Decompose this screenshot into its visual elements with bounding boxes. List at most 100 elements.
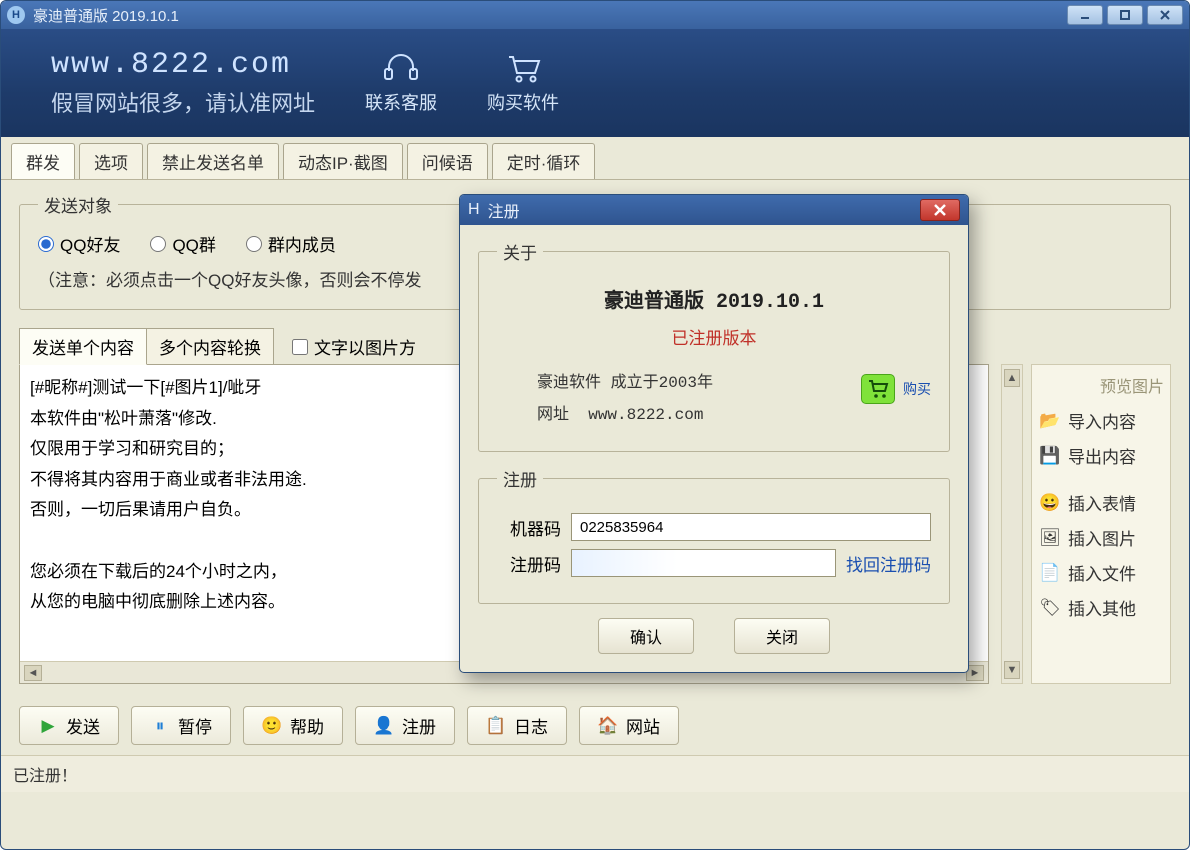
side-item-label: 导出内容 [1068, 443, 1136, 468]
machine-code-input[interactable] [571, 513, 931, 541]
tab-blocklist[interactable]: 禁止发送名单 [147, 143, 279, 179]
scroll-down-icon[interactable]: ▼ [1004, 661, 1020, 679]
tab-send[interactable]: 群发 [11, 143, 75, 179]
radio-qq-group[interactable]: QQ群 [150, 231, 215, 256]
tab-ip-screenshot[interactable]: 动态IP·截图 [283, 143, 403, 179]
button-label: 日志 [514, 713, 548, 738]
app-icon: H [7, 6, 25, 24]
subtab-rotate[interactable]: 多个内容轮换 [147, 328, 274, 365]
export-content[interactable]: 💾 导出内容 [1038, 438, 1164, 473]
pause-button[interactable]: ⏸暂停 [131, 706, 231, 745]
insert-file[interactable]: 📄 插入文件 [1038, 555, 1164, 590]
help-icon: 🙂 [262, 716, 282, 736]
help-button[interactable]: 🙂 帮助 [243, 706, 343, 745]
status-bar: 已注册！ [1, 755, 1189, 792]
preview-v-scrollbar[interactable]: ▲ ▼ [1001, 364, 1023, 684]
side-item-label: 插入图片 [1068, 525, 1136, 550]
scroll-left-icon[interactable]: ◄ [24, 665, 42, 681]
play-icon: ▶ [38, 716, 58, 736]
buy-link[interactable]: 购买 [861, 374, 931, 404]
checkbox-text-as-image-input[interactable] [292, 339, 308, 355]
about-product: 豪迪普通版 2019.10.1 [497, 284, 931, 314]
radio-group-member[interactable]: 群内成员 [246, 231, 336, 256]
send-button[interactable]: ▶ 发送 [19, 706, 119, 745]
log-button[interactable]: 📋 日志 [467, 706, 567, 745]
radio-qq-friend-input[interactable] [38, 236, 54, 252]
file-icon: 📄 [1040, 563, 1060, 583]
buy-label: 购买软件 [487, 89, 559, 115]
machine-code-label: 机器码 [497, 515, 561, 540]
register-legend: 注册 [497, 466, 543, 491]
about-legend: 关于 [497, 239, 543, 264]
tab-greeting[interactable]: 问候语 [407, 143, 488, 179]
dialog-close-button[interactable] [920, 199, 960, 221]
contact-support[interactable]: 联系客服 [365, 51, 437, 115]
insert-image[interactable]: 🖼 插入图片 [1038, 520, 1164, 555]
about-group: 关于 豪迪普通版 2019.10.1 已注册版本 豪迪软件 成立于2003年 网… [478, 239, 950, 452]
minimize-button[interactable] [1067, 5, 1103, 25]
button-label: 暂停 [178, 713, 212, 738]
side-title: 预览图片 [1038, 373, 1164, 397]
radio-label: QQ好友 [60, 231, 120, 256]
tab-options[interactable]: 选项 [79, 143, 143, 179]
dialog-body: 关于 豪迪普通版 2019.10.1 已注册版本 豪迪软件 成立于2003年 网… [460, 225, 968, 672]
titlebar: H 豪迪普通版 2019.10.1 [1, 1, 1189, 29]
contact-label: 联系客服 [365, 89, 437, 115]
cart-icon [861, 374, 895, 404]
window-controls [1067, 5, 1183, 25]
log-icon: 📋 [486, 716, 506, 736]
side-item-label: 插入表情 [1068, 490, 1136, 515]
banner-slogan: 假冒网站很多，请认准网址 [51, 86, 315, 118]
dialog-titlebar: H 注册 [460, 195, 968, 225]
about-site: www.8222.com [588, 406, 703, 424]
banner: www.8222.com 假冒网站很多，请认准网址 联系客服 购买软件 [1, 29, 1189, 137]
about-site-label: 网址 [537, 406, 569, 424]
cart-icon [503, 51, 543, 85]
button-label: 发送 [66, 713, 100, 738]
close-button[interactable] [1147, 5, 1183, 25]
buy-label: 购买 [903, 379, 931, 399]
side-item-label: 插入文件 [1068, 560, 1136, 585]
subtab-single[interactable]: 发送单个内容 [19, 328, 147, 365]
import-content[interactable]: 📂导入内容 [1038, 403, 1164, 438]
dialog-buttons: 确认 关闭 [478, 618, 950, 654]
bottom-toolbar: ▶ 发送 ⏸暂停 🙂 帮助 👤注册 📋 日志 🏠 网站 [1, 696, 1189, 755]
button-label: 帮助 [290, 713, 324, 738]
close-dialog-button[interactable]: 关闭 [734, 618, 830, 654]
radio-qq-group-input[interactable] [150, 236, 166, 252]
recover-code-link[interactable]: 找回注册码 [846, 551, 931, 576]
banner-url: www.8222.com [51, 48, 315, 82]
status-text: 已注册！ [13, 768, 77, 785]
window-title: 豪迪普通版 2019.10.1 [33, 5, 179, 26]
buy-software[interactable]: 购买软件 [487, 51, 559, 115]
radio-qq-friend[interactable]: QQ好友 [38, 231, 120, 256]
maximize-button[interactable] [1107, 5, 1143, 25]
side-item-label: 导入内容 [1068, 408, 1136, 433]
insert-emoji[interactable]: 😀插入表情 [1038, 485, 1164, 520]
reg-code-input[interactable] [571, 549, 836, 577]
about-registered: 已注册版本 [497, 324, 931, 349]
radio-label: 群内成员 [268, 231, 336, 256]
reg-code-label: 注册码 [497, 551, 561, 576]
image-icon: 🖼 [1040, 528, 1060, 548]
tab-schedule[interactable]: 定时·循环 [492, 143, 596, 179]
close-icon [932, 203, 948, 217]
side-panel: 预览图片 📂导入内容 💾 导出内容 😀插入表情 🖼 插入图片 📄 插入文件 🏷插入其他 [1031, 364, 1171, 684]
side-column: ▲ ▼ 预览图片 📂导入内容 💾 导出内容 😀插入表情 🖼 插入图片 📄 插入文件 🏷… [1001, 364, 1171, 684]
button-label: 网站 [626, 713, 660, 738]
send-target-legend: 发送对象 [38, 192, 118, 217]
register-group: 注册 机器码 注册码 找回注册码 [478, 466, 950, 604]
register-button[interactable]: 👤注册 [355, 706, 455, 745]
side-item-label: 插入其他 [1068, 595, 1136, 620]
save-icon: 💾 [1040, 446, 1060, 466]
ok-button[interactable]: 确认 [598, 618, 694, 654]
checkbox-label: 文字以图片方 [314, 334, 416, 359]
home-icon: 🏠 [598, 716, 618, 736]
user-icon: 👤 [374, 716, 394, 736]
scroll-up-icon[interactable]: ▲ [1004, 369, 1020, 387]
radio-group-member-input[interactable] [246, 236, 262, 252]
checkbox-text-as-image[interactable]: 文字以图片方 [292, 334, 416, 359]
register-dialog: H 注册 关于 豪迪普通版 2019.10.1 已注册版本 豪迪软件 成立于20… [459, 194, 969, 673]
website-button[interactable]: 🏠 网站 [579, 706, 679, 745]
insert-other[interactable]: 🏷插入其他 [1038, 590, 1164, 625]
